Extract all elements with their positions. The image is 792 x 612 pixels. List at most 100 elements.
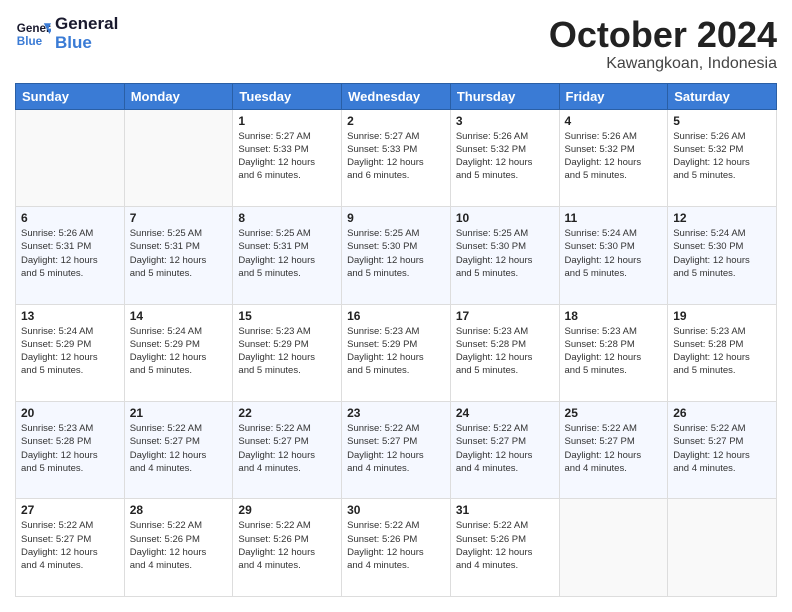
day-number: 8 <box>238 211 336 225</box>
day-info: Sunrise: 5:27 AM Sunset: 5:33 PM Dayligh… <box>238 130 336 183</box>
calendar-cell: 27 Sunrise: 5:22 AM Sunset: 5:27 PM Dayli… <box>16 499 125 597</box>
calendar-cell: 28 Sunrise: 5:22 AM Sunset: 5:26 PM Dayli… <box>124 499 233 597</box>
day-info: Sunrise: 5:24 AM Sunset: 5:30 PM Dayligh… <box>565 227 663 280</box>
day-number: 16 <box>347 309 445 323</box>
logo-icon: General Blue <box>15 16 51 52</box>
calendar-cell: 20Sunrise: 5:23 AM Sunset: 5:28 PM Dayli… <box>16 402 125 499</box>
calendar-cell: 19Sunrise: 5:23 AM Sunset: 5:28 PM Dayli… <box>668 304 777 401</box>
calendar-cell <box>559 499 668 597</box>
day-number: 28 <box>130 503 228 517</box>
day-header-thursday: Thursday <box>450 83 559 109</box>
day-info: Sunrise: 5:22 AM Sunset: 5:27 PM Dayligh… <box>673 422 771 475</box>
week-row-1: 1 Sunrise: 5:27 AM Sunset: 5:33 PM Daylig… <box>16 109 777 206</box>
logo: General Blue General Blue <box>15 15 118 52</box>
week-row-2: 6 Sunrise: 5:26 AM Sunset: 5:31 PM Daylig… <box>16 207 777 304</box>
day-info: Sunrise: 5:25 AM Sunset: 5:31 PM Dayligh… <box>130 227 228 280</box>
month-title: October 2024 <box>549 15 777 55</box>
logo-blue: Blue <box>55 34 118 53</box>
calendar-cell: 31Sunrise: 5:22 AM Sunset: 5:26 PM Dayli… <box>450 499 559 597</box>
calendar-cell: 21 Sunrise: 5:22 AM Sunset: 5:27 PM Dayli… <box>124 402 233 499</box>
calendar-cell: 1 Sunrise: 5:27 AM Sunset: 5:33 PM Daylig… <box>233 109 342 206</box>
day-number: 6 <box>21 211 119 225</box>
week-row-5: 27 Sunrise: 5:22 AM Sunset: 5:27 PM Dayli… <box>16 499 777 597</box>
calendar-cell: 22 Sunrise: 5:22 AM Sunset: 5:27 PM Dayli… <box>233 402 342 499</box>
calendar-cell: 9Sunrise: 5:25 AM Sunset: 5:30 PM Daylig… <box>342 207 451 304</box>
location: Kawangkoan, Indonesia <box>549 55 777 73</box>
calendar-cell: 26 Sunrise: 5:22 AM Sunset: 5:27 PM Dayli… <box>668 402 777 499</box>
calendar-cell: 25 Sunrise: 5:22 AM Sunset: 5:27 PM Dayli… <box>559 402 668 499</box>
calendar-cell: 4Sunrise: 5:26 AM Sunset: 5:32 PM Daylig… <box>559 109 668 206</box>
day-info: Sunrise: 5:22 AM Sunset: 5:26 PM Dayligh… <box>130 519 228 572</box>
calendar-cell: 3 Sunrise: 5:26 AM Sunset: 5:32 PM Daylig… <box>450 109 559 206</box>
day-number: 3 <box>456 114 554 128</box>
day-header-friday: Friday <box>559 83 668 109</box>
day-info: Sunrise: 5:23 AM Sunset: 5:29 PM Dayligh… <box>238 325 336 378</box>
page: General Blue General Blue October 2024 K… <box>0 0 792 612</box>
day-info: Sunrise: 5:25 AM Sunset: 5:31 PM Dayligh… <box>238 227 336 280</box>
day-number: 9 <box>347 211 445 225</box>
calendar-cell: 17 Sunrise: 5:23 AM Sunset: 5:28 PM Dayli… <box>450 304 559 401</box>
day-number: 19 <box>673 309 771 323</box>
week-row-4: 20Sunrise: 5:23 AM Sunset: 5:28 PM Dayli… <box>16 402 777 499</box>
day-info: Sunrise: 5:26 AM Sunset: 5:31 PM Dayligh… <box>21 227 119 280</box>
day-number: 17 <box>456 309 554 323</box>
day-number: 5 <box>673 114 771 128</box>
calendar-cell: 2 Sunrise: 5:27 AM Sunset: 5:33 PM Daylig… <box>342 109 451 206</box>
day-number: 12 <box>673 211 771 225</box>
day-header-sunday: Sunday <box>16 83 125 109</box>
calendar-cell: 24 Sunrise: 5:22 AM Sunset: 5:27 PM Dayli… <box>450 402 559 499</box>
day-number: 27 <box>21 503 119 517</box>
calendar-header-row: SundayMondayTuesdayWednesdayThursdayFrid… <box>16 83 777 109</box>
day-number: 18 <box>565 309 663 323</box>
day-number: 2 <box>347 114 445 128</box>
calendar-cell: 14Sunrise: 5:24 AM Sunset: 5:29 PM Dayli… <box>124 304 233 401</box>
calendar-cell <box>668 499 777 597</box>
week-row-3: 13 Sunrise: 5:24 AM Sunset: 5:29 PM Dayli… <box>16 304 777 401</box>
day-number: 24 <box>456 406 554 420</box>
day-number: 30 <box>347 503 445 517</box>
calendar-cell: 16 Sunrise: 5:23 AM Sunset: 5:29 PM Dayli… <box>342 304 451 401</box>
day-number: 21 <box>130 406 228 420</box>
day-number: 15 <box>238 309 336 323</box>
day-info: Sunrise: 5:24 AM Sunset: 5:29 PM Dayligh… <box>130 325 228 378</box>
day-number: 26 <box>673 406 771 420</box>
header: General Blue General Blue October 2024 K… <box>15 15 777 73</box>
day-info: Sunrise: 5:22 AM Sunset: 5:26 PM Dayligh… <box>347 519 445 572</box>
calendar-cell: 8 Sunrise: 5:25 AM Sunset: 5:31 PM Daylig… <box>233 207 342 304</box>
day-header-saturday: Saturday <box>668 83 777 109</box>
day-info: Sunrise: 5:23 AM Sunset: 5:28 PM Dayligh… <box>456 325 554 378</box>
day-info: Sunrise: 5:22 AM Sunset: 5:27 PM Dayligh… <box>238 422 336 475</box>
day-number: 1 <box>238 114 336 128</box>
logo-general: General <box>55 15 118 34</box>
calendar-table: SundayMondayTuesdayWednesdayThursdayFrid… <box>15 83 777 597</box>
day-header-wednesday: Wednesday <box>342 83 451 109</box>
day-info: Sunrise: 5:26 AM Sunset: 5:32 PM Dayligh… <box>456 130 554 183</box>
day-info: Sunrise: 5:22 AM Sunset: 5:27 PM Dayligh… <box>21 519 119 572</box>
day-number: 4 <box>565 114 663 128</box>
day-info: Sunrise: 5:26 AM Sunset: 5:32 PM Dayligh… <box>673 130 771 183</box>
calendar-cell: 30 Sunrise: 5:22 AM Sunset: 5:26 PM Dayli… <box>342 499 451 597</box>
day-number: 10 <box>456 211 554 225</box>
calendar-cell: 29Sunrise: 5:22 AM Sunset: 5:26 PM Dayli… <box>233 499 342 597</box>
day-number: 20 <box>21 406 119 420</box>
day-number: 25 <box>565 406 663 420</box>
day-number: 7 <box>130 211 228 225</box>
svg-text:Blue: Blue <box>17 34 43 47</box>
day-number: 29 <box>238 503 336 517</box>
calendar-cell: 11Sunrise: 5:24 AM Sunset: 5:30 PM Dayli… <box>559 207 668 304</box>
calendar-cell <box>16 109 125 206</box>
day-info: Sunrise: 5:22 AM Sunset: 5:26 PM Dayligh… <box>456 519 554 572</box>
day-number: 23 <box>347 406 445 420</box>
calendar-cell: 5 Sunrise: 5:26 AM Sunset: 5:32 PM Daylig… <box>668 109 777 206</box>
day-info: Sunrise: 5:23 AM Sunset: 5:29 PM Dayligh… <box>347 325 445 378</box>
calendar-cell: 7 Sunrise: 5:25 AM Sunset: 5:31 PM Daylig… <box>124 207 233 304</box>
day-number: 13 <box>21 309 119 323</box>
day-info: Sunrise: 5:27 AM Sunset: 5:33 PM Dayligh… <box>347 130 445 183</box>
day-info: Sunrise: 5:22 AM Sunset: 5:27 PM Dayligh… <box>456 422 554 475</box>
title-block: October 2024 Kawangkoan, Indonesia <box>549 15 777 73</box>
day-info: Sunrise: 5:24 AM Sunset: 5:30 PM Dayligh… <box>673 227 771 280</box>
day-number: 22 <box>238 406 336 420</box>
day-info: Sunrise: 5:22 AM Sunset: 5:27 PM Dayligh… <box>565 422 663 475</box>
calendar-cell: 13Sunrise: 5:24 AM Sunset: 5:29 PM Dayli… <box>16 304 125 401</box>
day-info: Sunrise: 5:22 AM Sunset: 5:27 PM Dayligh… <box>130 422 228 475</box>
